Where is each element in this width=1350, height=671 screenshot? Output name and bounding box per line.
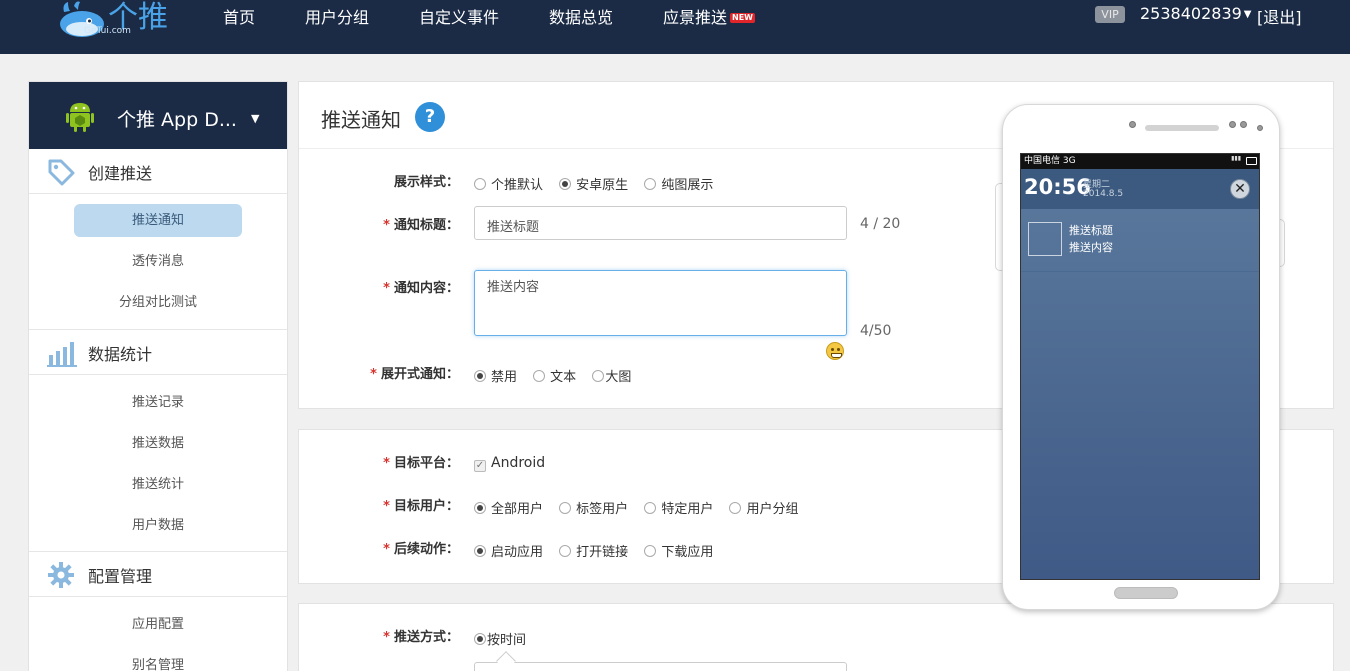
check-icon: ✓ xyxy=(474,460,486,472)
app-icon-placeholder xyxy=(1028,222,1062,256)
camera-icon xyxy=(1129,121,1136,128)
tag-icon xyxy=(48,159,75,186)
sidebar-item-ab-test[interactable]: 分组对比测试 xyxy=(74,286,242,319)
push-method-radios: 按时间 xyxy=(474,629,538,648)
logo-sub-text: GeTui.com xyxy=(84,26,131,36)
radio-image-only[interactable]: 纯图展示 xyxy=(644,174,713,193)
section-create-push[interactable]: 创建推送 xyxy=(29,149,287,194)
notif-title-input[interactable]: 推送标题 xyxy=(474,206,847,240)
nav-data-overview[interactable]: 数据总览 xyxy=(549,4,613,28)
notif-content-textarea[interactable]: 推送内容 xyxy=(474,270,847,336)
vip-badge: VIP xyxy=(1095,6,1125,23)
android-icon xyxy=(66,103,94,132)
signal-icon: ▮▮▮ xyxy=(1231,155,1241,162)
radio-getui-default[interactable]: 个推默认 xyxy=(474,174,543,193)
sensor-icon xyxy=(1229,121,1236,128)
section-title: 数据统计 xyxy=(88,345,153,364)
nav-scenario-push-label: 应景推送 xyxy=(663,8,728,27)
android-checkbox[interactable]: ✓ Android xyxy=(474,455,545,472)
sensor-icon xyxy=(1240,121,1247,128)
account-id: 2538402839 xyxy=(1140,4,1242,23)
clock-time: 20:56 xyxy=(1024,175,1091,199)
sidebar-item-push-records[interactable]: 推送记录 xyxy=(74,386,242,419)
radio-all-users[interactable]: 全部用户 xyxy=(474,498,543,517)
caret-down-icon: ▼ xyxy=(251,112,260,125)
push-time-box[interactable] xyxy=(474,662,847,671)
radio-big-image[interactable]: 大图 xyxy=(592,366,631,385)
expand-label: * 展开式通知： xyxy=(370,367,459,382)
notification-preview-title: 推送标题 xyxy=(1069,224,1113,237)
close-icon[interactable]: ✕ xyxy=(1230,179,1250,199)
target-platform-field: ✓ Android xyxy=(474,455,557,472)
help-icon[interactable]: ? xyxy=(415,102,445,132)
getui-logo[interactable]: 个推 GeTui.com xyxy=(56,0,176,42)
notif-content-label: * 通知内容： xyxy=(383,281,459,296)
notification-preview-body: 推送内容 xyxy=(1069,241,1113,254)
radio-text[interactable]: 文本 xyxy=(533,366,576,385)
account-menu[interactable]: 2538402839 ▼ xyxy=(1140,4,1252,23)
push-method-label: * 推送方式： xyxy=(383,630,459,645)
radio-launch-app[interactable]: 启动应用 xyxy=(474,541,543,560)
led-icon xyxy=(1257,125,1263,131)
home-button[interactable] xyxy=(1114,587,1178,599)
follow-action-radios: 启动应用 打开链接 下载应用 xyxy=(474,541,725,560)
sidebar-item-app-config[interactable]: 应用配置 xyxy=(74,608,242,641)
app-selector[interactable]: 个推 App D... ▼ xyxy=(29,82,287,149)
sidebar-item-push-notification[interactable]: 推送通知 xyxy=(74,204,242,237)
phone-screen: 中国电信 3G ▮▮▮ 20:56 星期二 2014.8.5 ✕ 推送标题 推送… xyxy=(1020,153,1260,580)
radio-by-time[interactable]: 按时间 xyxy=(474,629,526,648)
emoji-icon[interactable] xyxy=(826,342,844,360)
nav-user-groups[interactable]: 用户分组 xyxy=(305,4,369,28)
caret-down-icon: ▼ xyxy=(1243,9,1252,20)
display-style-label: 展示样式： xyxy=(393,175,459,190)
notif-title-counter: 4 / 20 xyxy=(860,216,901,232)
new-badge: NEW xyxy=(730,13,755,23)
phone-status-bar: 中国电信 3G ▮▮▮ xyxy=(1021,154,1259,169)
nav-home[interactable]: 首页 xyxy=(223,4,255,28)
radio-download-app[interactable]: 下载应用 xyxy=(644,541,713,560)
gear-icon xyxy=(48,562,74,588)
target-users-label: * 目标用户： xyxy=(383,499,459,514)
expand-radios: 禁用 文本 大图 xyxy=(474,366,643,385)
notification-preview: 推送标题 推送内容 xyxy=(1021,209,1259,272)
radio-disabled[interactable]: 禁用 xyxy=(474,366,517,385)
sidebar-item-alias-management[interactable]: 别名管理 xyxy=(74,649,242,671)
notification-shade-header: 20:56 星期二 2014.8.5 ✕ xyxy=(1021,169,1259,209)
section-data-stats[interactable]: 数据统计 xyxy=(29,330,287,375)
sidebar-item-user-data[interactable]: 用户数据 xyxy=(74,509,242,542)
sidebar-item-push-stats[interactable]: 推送统计 xyxy=(74,468,242,501)
carrier-label: 中国电信 3G xyxy=(1024,156,1076,166)
follow-action-label: * 后续动作： xyxy=(383,542,459,557)
speaker-grille xyxy=(1145,125,1219,131)
section-title: 创建推送 xyxy=(88,164,153,183)
app-name: 个推 App D... xyxy=(117,109,237,131)
clock-date: 2014.8.5 xyxy=(1083,189,1124,199)
sidebar-item-push-data[interactable]: 推送数据 xyxy=(74,427,242,460)
section-title: 配置管理 xyxy=(88,567,153,586)
push-method-panel: * 推送方式： 按时间 xyxy=(298,603,1334,671)
display-style-radios: 个推默认 安卓原生 纯图展示 xyxy=(474,174,725,193)
notif-title-label: * 通知标题： xyxy=(383,218,459,233)
page-title: 推送通知 xyxy=(321,108,401,132)
nav-scenario-push[interactable]: 应景推送 NEW xyxy=(663,4,755,28)
radio-user-group[interactable]: 用户分组 xyxy=(729,498,798,517)
radio-open-link[interactable]: 打开链接 xyxy=(559,541,628,560)
bar-chart-icon xyxy=(47,342,77,367)
sidebar: 个推 App D... ▼ 创建推送 推送通知 透传消息 分组对比测试 数据统计… xyxy=(28,81,288,671)
sidebar-item-passthrough-message[interactable]: 透传消息 xyxy=(74,245,242,278)
radio-tag-users[interactable]: 标签用户 xyxy=(559,498,628,517)
notif-content-counter: 4/50 xyxy=(860,323,892,339)
target-platform-label: * 目标平台： xyxy=(383,456,459,471)
radio-android-native[interactable]: 安卓原生 xyxy=(559,174,628,193)
top-navbar: 个推 GeTui.com 首页 用户分组 自定义事件 数据总览 应景推送 NEW … xyxy=(0,0,1350,54)
logout-link[interactable]: [退出] xyxy=(1257,4,1302,28)
battery-icon xyxy=(1246,157,1257,165)
section-config[interactable]: 配置管理 xyxy=(29,552,287,597)
target-users-radios: 全部用户 标签用户 特定用户 用户分组 xyxy=(474,498,810,517)
phone-preview: 中国电信 3G ▮▮▮ 20:56 星期二 2014.8.5 ✕ 推送标题 推送… xyxy=(1002,104,1280,610)
nav-custom-events[interactable]: 自定义事件 xyxy=(419,4,499,28)
radio-specific-users[interactable]: 特定用户 xyxy=(644,498,713,517)
